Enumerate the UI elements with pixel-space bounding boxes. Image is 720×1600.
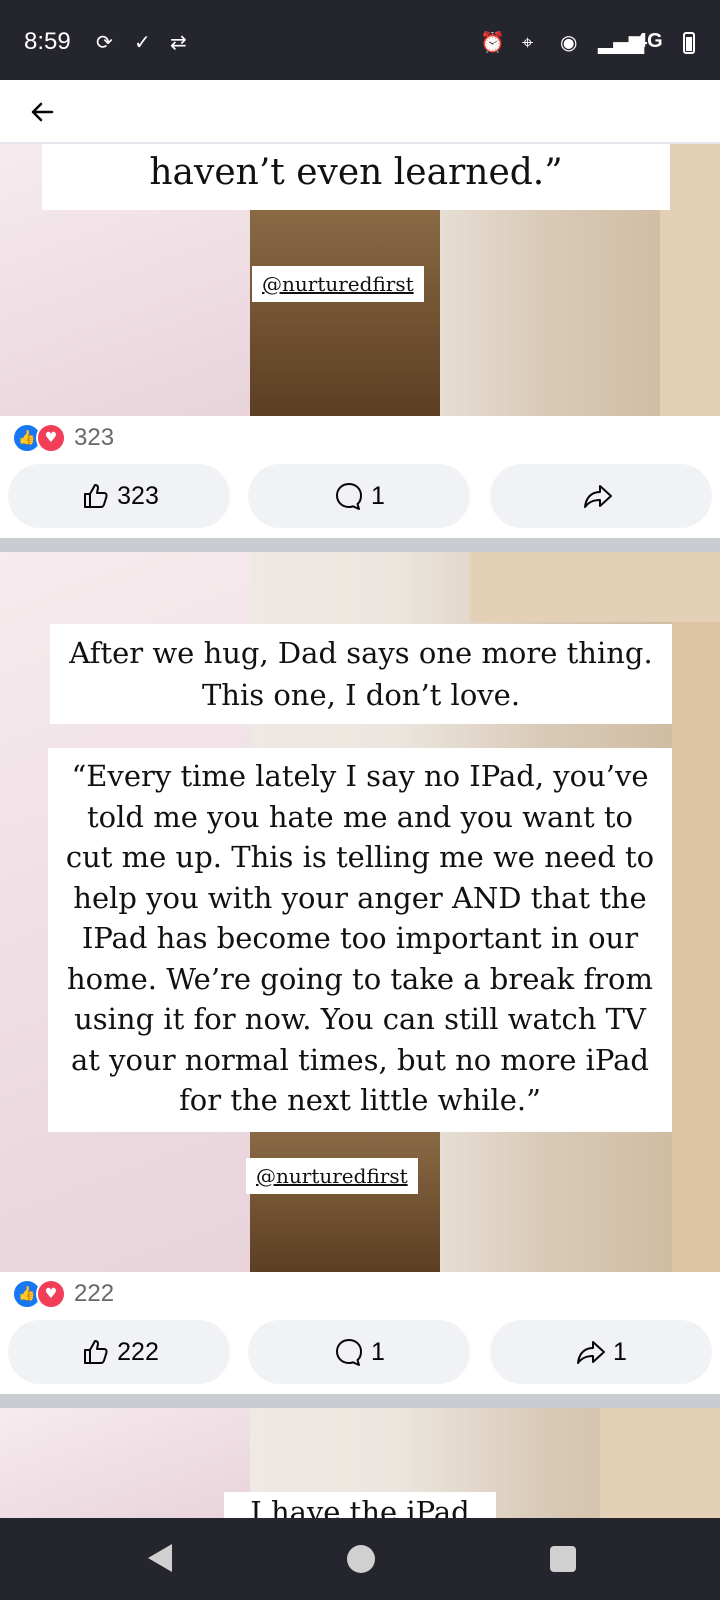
arrow-left-icon xyxy=(31,102,54,122)
status-time: 8:59 xyxy=(24,28,71,55)
back-button[interactable] xyxy=(26,96,58,128)
post-text: haven’t even learned.” xyxy=(149,152,563,193)
love-reaction-icon: ♥ xyxy=(36,423,66,453)
quote-line: at your normal times, but no more iPad xyxy=(71,1042,649,1077)
quote-line: IPad has become too important in our xyxy=(81,921,639,955)
post-quote-card: “Every time lately I say no IPad, you’ve… xyxy=(48,748,672,1132)
background-window xyxy=(470,552,720,622)
like-count: 323 xyxy=(117,481,159,510)
action-row: 222 1 1 xyxy=(8,1320,712,1384)
comment-count: 1 xyxy=(371,1337,385,1366)
post-divider xyxy=(0,538,720,552)
battery-icon xyxy=(683,32,695,54)
share-button[interactable]: 1 xyxy=(490,1320,712,1384)
like-button[interactable]: 222 xyxy=(8,1320,230,1384)
reaction-count: 222 xyxy=(74,1280,115,1307)
sync-icon: ⟳ xyxy=(96,30,113,54)
network-type: 4G xyxy=(636,30,663,52)
background-floor xyxy=(250,1132,440,1272)
post-tag[interactable]: @nurturedfirst xyxy=(252,266,424,302)
status-bar: 8:59 ⟳ ✓ ⇄ ⏰ ⌖ ◉ ▂▄▆ 4G xyxy=(0,0,720,80)
love-reaction-icon: ♥ xyxy=(36,1279,66,1309)
nav-home-button[interactable] xyxy=(347,1545,375,1573)
quote-line: using it for now. You can still watch TV xyxy=(74,1002,646,1036)
transfer-icon: ⇄ xyxy=(170,30,187,54)
post-text-card: I have the iPad xyxy=(224,1492,496,1518)
system-nav-bar xyxy=(0,1518,720,1600)
quote-line: help you with your anger AND that the xyxy=(73,880,647,915)
action-row: 323 1 xyxy=(8,464,712,528)
location-icon: ⌖ xyxy=(522,30,534,54)
like-button[interactable]: 323 xyxy=(8,464,230,528)
comment-button[interactable]: 1 xyxy=(248,464,470,528)
background-window xyxy=(600,1408,720,1518)
quote-line: cut me up. This is telling me we need to xyxy=(65,840,655,874)
hotspot-icon: ◉ xyxy=(560,30,578,54)
quote-line: “Every time lately I say no IPad, you’ve xyxy=(71,759,649,793)
top-bar xyxy=(0,80,720,144)
thumbs-up-icon xyxy=(84,484,108,508)
download-done-icon: ✓ xyxy=(134,30,151,54)
post-tag[interactable]: @nurturedfirst xyxy=(246,1158,418,1194)
background-sweater xyxy=(0,1408,250,1518)
post-text-card: haven’t even learned.” xyxy=(42,144,670,210)
thumbs-up-icon xyxy=(84,1340,108,1364)
post-divider xyxy=(0,1394,720,1408)
reaction-summary[interactable]: 👍 ♥ 323 xyxy=(12,422,114,454)
share-button[interactable] xyxy=(490,464,712,528)
share-count: 1 xyxy=(613,1337,627,1366)
share-icon xyxy=(584,485,612,508)
comment-icon xyxy=(336,1339,363,1366)
post-image[interactable]: haven’t even learned.” @nurturedfirst xyxy=(0,144,720,416)
share-icon xyxy=(577,1341,606,1364)
comment-icon xyxy=(336,483,363,510)
quote-line: home. We’re going to take a break from xyxy=(66,961,654,996)
post-intro-text: After we hug, Dad says one more thing. T… xyxy=(69,636,653,712)
comment-count: 1 xyxy=(371,481,385,510)
post-text: I have the iPad xyxy=(250,1495,470,1518)
post-image[interactable]: I have the iPad xyxy=(0,1408,720,1518)
like-count: 222 xyxy=(117,1337,159,1366)
quote-line: for the next little while.” xyxy=(179,1083,541,1117)
reaction-summary[interactable]: 👍 ♥ 222 xyxy=(12,1278,114,1310)
post-image[interactable]: After we hug, Dad says one more thing. T… xyxy=(0,552,720,1272)
post-intro-card: After we hug, Dad says one more thing. T… xyxy=(50,624,672,724)
reaction-count: 323 xyxy=(74,424,115,451)
quote-line: told me you hate me and you want to xyxy=(87,799,633,834)
background-window-sill xyxy=(672,622,720,1272)
nav-back-button[interactable] xyxy=(148,1544,172,1572)
comment-button[interactable]: 1 xyxy=(248,1320,470,1384)
alarm-icon: ⏰ xyxy=(480,30,505,54)
background-floor xyxy=(250,210,440,416)
nav-recents-button[interactable] xyxy=(550,1546,576,1572)
